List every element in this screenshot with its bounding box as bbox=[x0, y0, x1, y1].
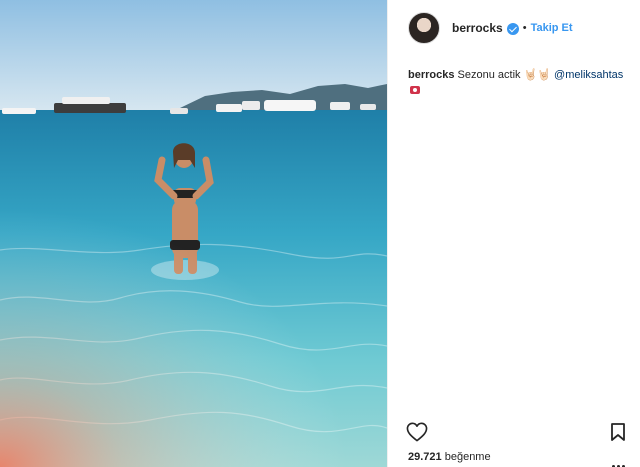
verified-badge-icon bbox=[506, 23, 519, 35]
bookmark-icon[interactable] bbox=[610, 423, 626, 441]
beach-photo-illustration bbox=[0, 0, 387, 467]
caption-text: Sezonu actik 🤘🏻🤘🏻 bbox=[457, 69, 555, 81]
post-sidebar: berrocks • Takip Et berrocks Sezonu acti… bbox=[387, 0, 640, 467]
post-caption: berrocks Sezonu actik 🤘🏻🤘🏻 @meliksahtas bbox=[408, 68, 634, 98]
likes-label: beğenme bbox=[444, 451, 491, 463]
username-link[interactable]: berrocks bbox=[452, 21, 503, 35]
post-actions bbox=[388, 416, 640, 446]
caption-mention-link[interactable]: @meliksahtas bbox=[554, 69, 623, 81]
separator-dot: • bbox=[522, 22, 527, 34]
likes-count[interactable]: 29.721 beğenme bbox=[408, 451, 491, 463]
more-options-icon[interactable] bbox=[612, 455, 630, 467]
likes-number: 29.721 bbox=[408, 451, 442, 463]
follow-button[interactable]: Takip Et bbox=[531, 22, 573, 34]
heart-icon[interactable] bbox=[406, 422, 428, 442]
post-header: berrocks • Takip Et bbox=[388, 0, 640, 56]
instagram-post: berrocks • Takip Et berrocks Sezonu acti… bbox=[0, 0, 640, 467]
caption-username[interactable]: berrocks bbox=[408, 69, 454, 81]
camera-emoji-icon bbox=[410, 86, 420, 94]
post-photo[interactable] bbox=[0, 0, 387, 467]
avatar[interactable] bbox=[408, 12, 440, 44]
